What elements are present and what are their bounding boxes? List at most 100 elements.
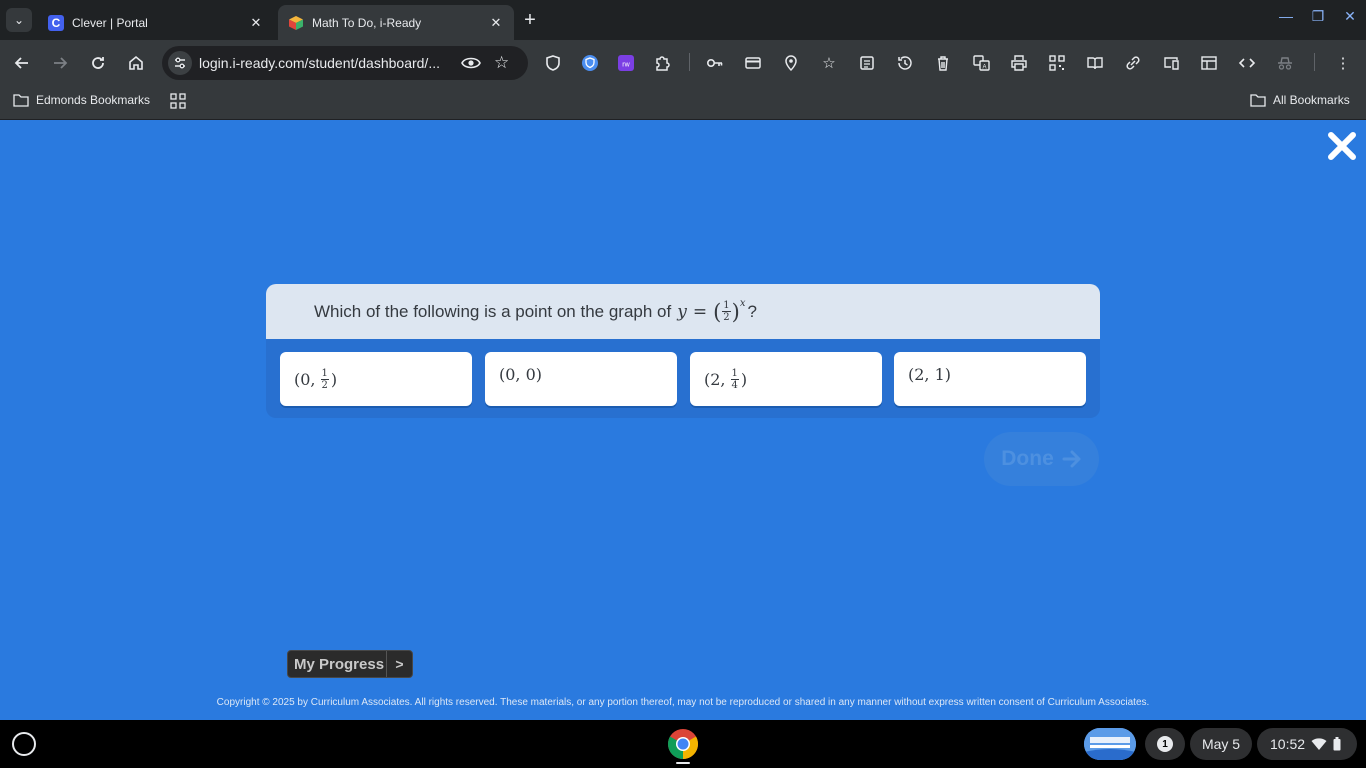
fraction: 1 2 — [722, 300, 731, 323]
forward-arrow-icon[interactable] — [49, 52, 71, 74]
notification-count: 1 — [1157, 736, 1173, 752]
choice-prefix: (2, — [704, 369, 726, 389]
fraction-denominator: 2 — [321, 379, 328, 391]
status-tray[interactable]: 10:52 — [1257, 728, 1357, 760]
my-progress-button[interactable]: My Progress > — [287, 650, 413, 678]
location-pin-icon[interactable] — [780, 52, 802, 74]
running-indicator — [676, 762, 690, 764]
question-mark: ? — [747, 301, 757, 321]
close-lesson-icon[interactable] — [1327, 131, 1357, 161]
tab-title: Math To Do, i-Ready — [312, 15, 422, 30]
choice-suffix: ) — [330, 369, 338, 389]
folder-icon — [1250, 93, 1266, 107]
chevron-down-icon: ⌄ — [13, 13, 25, 27]
fraction-numerator: 1 — [320, 367, 329, 380]
answer-choice-2[interactable]: (0, 0) — [485, 352, 677, 406]
bookmark-folder-all[interactable]: All Bookmarks — [1250, 93, 1350, 107]
toolbar-divider — [689, 53, 690, 71]
progress-arrow: > — [386, 651, 412, 677]
svg-text:rw: rw — [622, 62, 630, 69]
equation-equals: = — [692, 301, 708, 322]
time-text: 10:52 — [1270, 736, 1306, 752]
shield-icon[interactable] — [542, 52, 564, 74]
password-key-icon[interactable] — [704, 52, 726, 74]
notification-tray[interactable]: 1 — [1145, 728, 1185, 760]
bookmarks-star-icon[interactable]: ☆ — [818, 52, 840, 74]
credit-card-icon[interactable] — [742, 52, 764, 74]
date-tray[interactable]: May 5 — [1190, 728, 1252, 760]
reading-mode-icon[interactable] — [1084, 52, 1106, 74]
tab-math-to-do[interactable]: Math To Do, i-Ready ✕ — [278, 5, 514, 40]
apps-grid-icon — [170, 93, 186, 109]
close-tab-icon[interactable]: ✕ — [246, 13, 266, 33]
answer-choice-3[interactable]: (2, 1 4 ) — [690, 352, 882, 406]
table-layout-icon[interactable] — [1198, 52, 1220, 74]
close-tab-icon[interactable]: ✕ — [486, 13, 506, 33]
qr-code-icon[interactable] — [1046, 52, 1068, 74]
done-button[interactable]: Done — [984, 432, 1099, 486]
restore-icon[interactable]: ❐ — [1308, 8, 1328, 25]
question-prompt: Which of the following is a point on the… — [266, 284, 1100, 339]
delete-trash-icon[interactable] — [932, 52, 954, 74]
incognito-icon[interactable] — [1274, 52, 1296, 74]
iready-cube-icon — [288, 15, 304, 31]
answer-choice-1[interactable]: (0, 1 2 ) — [280, 352, 472, 406]
clever-icon: C — [48, 14, 64, 31]
more-menu-icon[interactable]: ⋮ — [1332, 52, 1354, 74]
code-icon[interactable] — [1236, 52, 1258, 74]
done-label: Done — [1001, 447, 1054, 470]
url-text: login.i-ready.com/student/dashboard/... — [199, 55, 440, 71]
link-icon[interactable] — [1122, 52, 1144, 74]
holding-space-thumbnail[interactable] — [1084, 728, 1136, 760]
translate-icon[interactable]: A — [970, 52, 992, 74]
left-paren: ( — [713, 299, 722, 324]
answer-choice-4[interactable]: (2, 1) — [894, 352, 1086, 406]
launcher-icon[interactable] — [12, 732, 36, 756]
lesson-page: Which of the following is a point on the… — [0, 121, 1366, 720]
new-tab-button[interactable]: + — [520, 9, 540, 31]
choice-suffix: ) — [740, 369, 748, 389]
svg-text:A: A — [982, 65, 986, 71]
progress-label: My Progress — [294, 655, 385, 673]
exponent: x — [739, 297, 746, 309]
os-shelf: 1 May 5 10:52 — [0, 720, 1366, 768]
extension-rw-icon[interactable]: rw — [615, 52, 637, 74]
bookmarks-bar: Edmonds Bookmarks All Bookmarks — [0, 86, 1366, 120]
right-paren: ) — [731, 299, 740, 324]
reload-icon[interactable] — [87, 52, 109, 74]
reading-list-icon[interactable] — [856, 52, 878, 74]
tab-clever-portal[interactable]: C Clever | Portal ✕ — [38, 5, 274, 40]
vpn-shield-icon[interactable] — [579, 52, 601, 74]
arrow-right-icon — [1062, 450, 1081, 468]
extensions-puzzle-icon[interactable] — [651, 52, 673, 74]
prompt-text: Which of the following is a point on the… — [314, 301, 672, 321]
bookmark-folder-edmonds[interactable]: Edmonds Bookmarks — [13, 93, 150, 107]
close-window-icon[interactable]: ✕ — [1340, 8, 1360, 25]
address-bar[interactable]: login.i-ready.com/student/dashboard/... … — [162, 46, 528, 80]
print-icon[interactable] — [1008, 52, 1030, 74]
choice-prefix: (0, — [294, 369, 316, 389]
apps-grid-button[interactable] — [170, 93, 186, 109]
bookmark-label: All Bookmarks — [1273, 93, 1350, 107]
toolbar-divider — [1314, 53, 1315, 71]
bookmark-star-icon[interactable]: ☆ — [494, 53, 509, 73]
minimize-icon[interactable]: — — [1276, 8, 1296, 24]
bookmark-label: Edmonds Bookmarks — [36, 93, 151, 107]
cast-devices-icon[interactable] — [1160, 52, 1182, 74]
history-icon[interactable] — [894, 52, 916, 74]
tab-search-button[interactable]: ⌄ — [6, 8, 32, 32]
browser-toolbar: login.i-ready.com/student/dashboard/... … — [0, 40, 1366, 86]
tab-title: Clever | Portal — [72, 15, 148, 30]
site-info-icon[interactable] — [168, 51, 192, 75]
screenshot-thumbnail-icon — [1084, 728, 1136, 760]
chrome-icon[interactable] — [667, 728, 699, 760]
wifi-icon — [1311, 738, 1327, 750]
folder-icon — [13, 93, 29, 107]
question-card: Which of the following is a point on the… — [266, 284, 1100, 418]
fraction-numerator: 1 — [722, 300, 731, 312]
eye-icon[interactable] — [461, 54, 481, 72]
home-icon[interactable] — [125, 52, 147, 74]
fraction-denominator: 4 — [731, 379, 738, 391]
back-arrow-icon[interactable] — [11, 52, 33, 74]
choice-text: (0, 0) — [499, 365, 543, 384]
